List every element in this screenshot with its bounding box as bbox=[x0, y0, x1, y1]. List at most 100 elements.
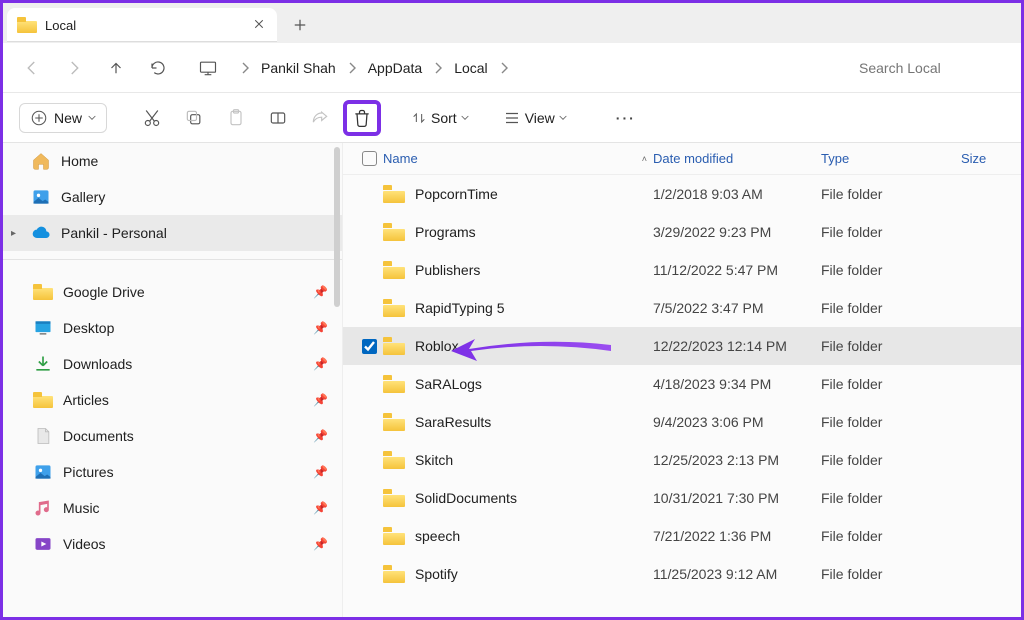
sidebar-item-label: Google Drive bbox=[63, 284, 303, 300]
row-checkbox[interactable] bbox=[362, 339, 377, 354]
back-button[interactable] bbox=[15, 51, 49, 85]
folder-icon bbox=[383, 337, 405, 355]
folder-icon bbox=[383, 185, 405, 203]
new-button[interactable]: New bbox=[19, 103, 107, 133]
home-icon bbox=[31, 151, 51, 171]
file-date: 7/5/2022 3:47 PM bbox=[653, 300, 821, 316]
file-date: 1/2/2018 9:03 AM bbox=[653, 186, 821, 202]
view-button[interactable]: View bbox=[495, 109, 575, 127]
table-row[interactable]: speech7/21/2022 1:36 PMFile folder bbox=[343, 517, 1021, 555]
table-row[interactable]: Skitch12/25/2023 2:13 PMFile folder bbox=[343, 441, 1021, 479]
more-button[interactable]: ··· bbox=[607, 100, 645, 136]
table-row[interactable]: SolidDocuments10/31/2021 7:30 PMFile fol… bbox=[343, 479, 1021, 517]
tab-local[interactable]: Local bbox=[7, 8, 277, 42]
column-header-type[interactable]: Type bbox=[821, 151, 961, 166]
file-name: Programs bbox=[415, 224, 476, 240]
breadcrumb-segment[interactable]: Pankil Shah bbox=[253, 56, 344, 80]
table-row[interactable]: Roblox12/22/2023 12:14 PMFile folder bbox=[343, 327, 1021, 365]
sidebar-item-pictures[interactable]: Pictures📌 bbox=[3, 454, 342, 490]
file-type: File folder bbox=[821, 300, 961, 316]
chevron-right-icon bbox=[241, 62, 249, 74]
folder-icon bbox=[383, 223, 405, 241]
file-type: File folder bbox=[821, 224, 961, 240]
sidebar-item-home[interactable]: Home bbox=[3, 143, 342, 179]
column-header-date[interactable]: Date modified bbox=[653, 151, 821, 166]
sidebar-item-articles[interactable]: Articles📌 bbox=[3, 382, 342, 418]
folder-icon bbox=[383, 489, 405, 507]
sidebar-item-google-drive[interactable]: Google Drive📌 bbox=[3, 274, 342, 310]
table-row[interactable]: SaraResults9/4/2023 3:06 PMFile folder bbox=[343, 403, 1021, 441]
paste-button[interactable] bbox=[217, 100, 255, 136]
search-input[interactable] bbox=[849, 51, 1009, 85]
explorer-body: Home Gallery ▸ Pankil - Personal Google … bbox=[3, 143, 1021, 617]
file-date: 11/25/2023 9:12 AM bbox=[653, 566, 821, 582]
rename-button[interactable] bbox=[259, 100, 297, 136]
copy-button[interactable] bbox=[175, 100, 213, 136]
breadcrumb-segment[interactable]: AppData bbox=[360, 56, 430, 80]
address-bar: Pankil Shah AppData Local bbox=[3, 43, 1021, 93]
scrollbar[interactable] bbox=[332, 143, 342, 617]
sidebar-item-label: Desktop bbox=[63, 320, 303, 336]
cut-button[interactable] bbox=[133, 100, 171, 136]
file-name: Roblox bbox=[415, 338, 459, 354]
sort-button[interactable]: Sort bbox=[403, 110, 477, 126]
up-button[interactable] bbox=[99, 51, 133, 85]
file-date: 7/21/2022 1:36 PM bbox=[653, 528, 821, 544]
sidebar-item-music[interactable]: Music📌 bbox=[3, 490, 342, 526]
table-row[interactable]: PopcornTime1/2/2018 9:03 AMFile folder bbox=[343, 175, 1021, 213]
chevron-right-icon bbox=[434, 62, 442, 74]
column-headers: Name ˄ Date modified Type Size bbox=[343, 143, 1021, 175]
file-date: 11/12/2022 5:47 PM bbox=[653, 262, 821, 278]
close-icon[interactable] bbox=[253, 18, 267, 32]
gallery-icon bbox=[31, 187, 51, 207]
chevron-down-icon bbox=[461, 114, 469, 122]
folder-icon bbox=[383, 299, 405, 317]
pictures-icon bbox=[33, 462, 53, 482]
file-name: SaRALogs bbox=[415, 376, 482, 392]
new-label: New bbox=[54, 110, 82, 126]
file-explorer-window: Local Pankil Shah AppData bbox=[0, 0, 1024, 620]
file-name: RapidTyping 5 bbox=[415, 300, 505, 316]
breadcrumb-segment[interactable]: Local bbox=[446, 56, 495, 80]
file-type: File folder bbox=[821, 338, 961, 354]
table-row[interactable]: Programs3/29/2022 9:23 PMFile folder bbox=[343, 213, 1021, 251]
desktop-icon bbox=[33, 318, 53, 338]
command-bar: New Sort View ··· bbox=[3, 93, 1021, 143]
this-pc-icon[interactable] bbox=[191, 51, 225, 85]
select-all-checkbox[interactable] bbox=[362, 151, 377, 166]
pin-icon: 📌 bbox=[313, 357, 328, 371]
sidebar-item-gallery[interactable]: Gallery bbox=[3, 179, 342, 215]
sidebar-item-desktop[interactable]: Desktop📌 bbox=[3, 310, 342, 346]
sidebar-item-label: Articles bbox=[63, 392, 303, 408]
navigation-pane: Home Gallery ▸ Pankil - Personal Google … bbox=[3, 143, 343, 617]
file-date: 4/18/2023 9:34 PM bbox=[653, 376, 821, 392]
sidebar-item-downloads[interactable]: Downloads 📌 bbox=[3, 346, 342, 382]
file-name: SaraResults bbox=[415, 414, 491, 430]
sidebar-item-videos[interactable]: Videos📌 bbox=[3, 526, 342, 562]
table-row[interactable]: RapidTyping 5 7/5/2022 3:47 PMFile folder bbox=[343, 289, 1021, 327]
table-row[interactable]: Publishers11/12/2022 5:47 PMFile folder bbox=[343, 251, 1021, 289]
column-header-name[interactable]: Name ˄ bbox=[383, 151, 653, 166]
table-row[interactable]: Spotify11/25/2023 9:12 AMFile folder bbox=[343, 555, 1021, 593]
sidebar-item-documents[interactable]: Documents📌 bbox=[3, 418, 342, 454]
share-button[interactable] bbox=[301, 100, 339, 136]
table-row[interactable]: SaRALogs4/18/2023 9:34 PMFile folder bbox=[343, 365, 1021, 403]
file-name: Spotify bbox=[415, 566, 458, 582]
refresh-button[interactable] bbox=[141, 51, 175, 85]
delete-button[interactable] bbox=[343, 100, 381, 136]
forward-button[interactable] bbox=[57, 51, 91, 85]
folder-icon bbox=[383, 413, 405, 431]
file-name: PopcornTime bbox=[415, 186, 498, 202]
new-tab-button[interactable] bbox=[283, 8, 317, 42]
folder-icon bbox=[33, 284, 53, 300]
sidebar-item-label: Downloads bbox=[63, 356, 303, 372]
column-header-size[interactable]: Size bbox=[961, 151, 1021, 166]
file-list: Name ˄ Date modified Type Size PopcornTi… bbox=[343, 143, 1021, 617]
separator bbox=[3, 259, 342, 260]
tab-strip: Local bbox=[3, 3, 1021, 43]
breadcrumb: Pankil Shah AppData Local bbox=[241, 56, 841, 80]
folder-icon bbox=[17, 17, 37, 33]
chevron-down-icon bbox=[88, 114, 96, 122]
sidebar-item-onedrive[interactable]: ▸ Pankil - Personal bbox=[3, 215, 342, 251]
file-type: File folder bbox=[821, 490, 961, 506]
